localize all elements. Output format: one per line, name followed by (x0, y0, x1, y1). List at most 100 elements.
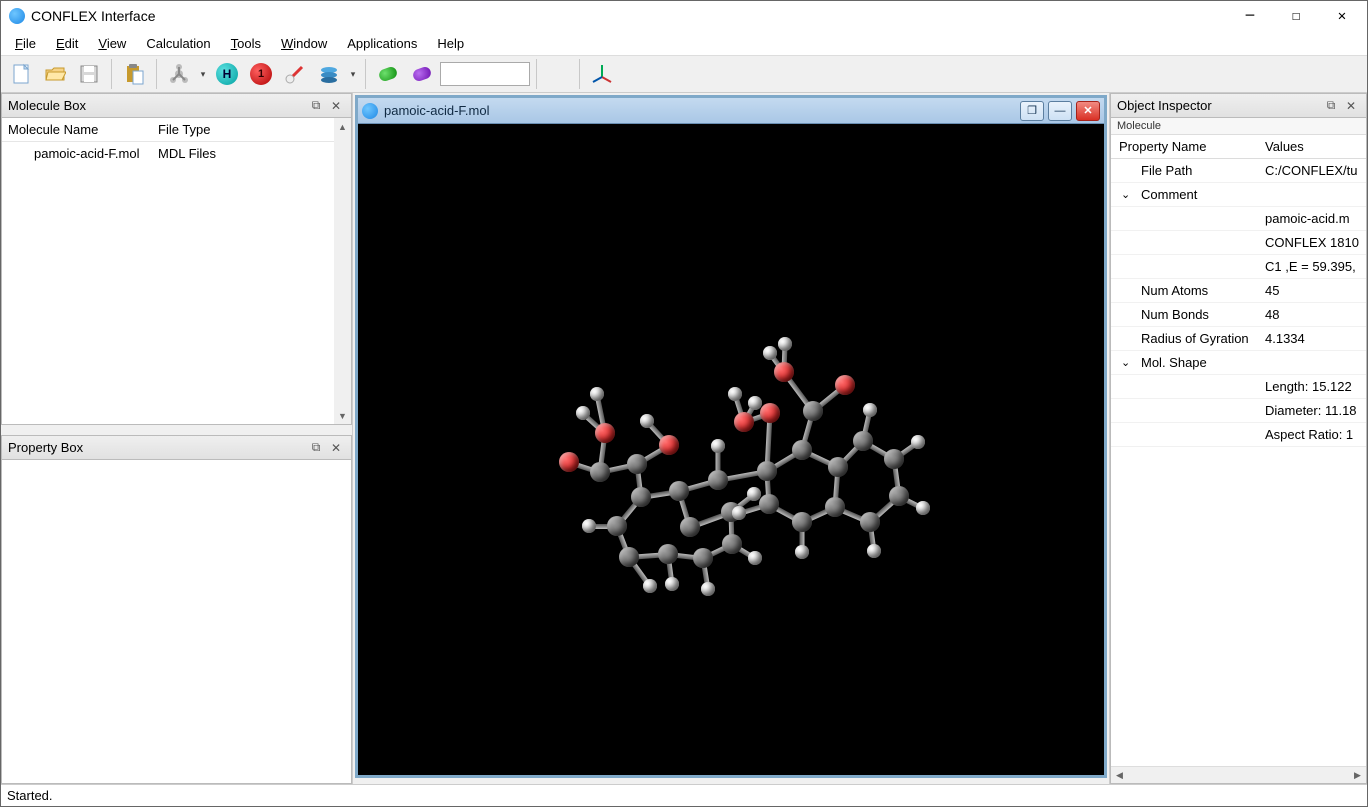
inspector-row[interactable]: pamoic-acid.m (1111, 207, 1366, 231)
status-text: Started. (7, 788, 53, 803)
hydrogen-toggle-button[interactable]: H (211, 58, 243, 90)
cell-molecule-name: pamoic-acid-F.mol (2, 142, 152, 165)
atom-c (607, 516, 627, 536)
property-box-title: Property Box (8, 440, 305, 455)
atom-c (884, 449, 904, 469)
atom-h (582, 519, 596, 533)
atom-o (559, 452, 579, 472)
mdi-close-button[interactable]: ✕ (1076, 101, 1100, 121)
menu-file[interactable]: File (7, 34, 44, 53)
layers-button[interactable] (313, 58, 345, 90)
chevron-down-icon[interactable]: ⌄ (1121, 356, 1130, 369)
inspector-row[interactable]: ⌄Comment (1111, 183, 1366, 207)
molecule-window-title: pamoic-acid-F.mol (384, 103, 1020, 118)
col-property-name[interactable]: Property Name (1111, 135, 1261, 158)
menu-tools[interactable]: Tools (223, 34, 269, 53)
menu-view[interactable]: View (90, 34, 134, 53)
minimize-button[interactable]: ─ (1227, 1, 1273, 31)
molecule-box-panel: Molecule Box ⧉ ✕ Molecule Name File Type… (1, 93, 352, 425)
status-bar: Started. (1, 784, 1367, 806)
inspector-subtitle: Molecule (1111, 118, 1366, 135)
new-file-button[interactable] (5, 58, 37, 90)
maximize-button[interactable]: ☐ (1273, 1, 1319, 31)
menu-window[interactable]: Window (273, 34, 335, 53)
atom-h (763, 346, 777, 360)
atom-o (835, 375, 855, 395)
vertical-scrollbar[interactable]: ▲▼ (334, 118, 351, 424)
molecule-row[interactable]: pamoic-acid-F.mol MDL Files (2, 142, 351, 165)
inspector-row[interactable]: Num Atoms45 (1111, 279, 1366, 303)
atom-style-button[interactable] (163, 58, 195, 90)
inspector-row[interactable]: Aspect Ratio: 1 (1111, 423, 1366, 447)
left-column: Molecule Box ⧉ ✕ Molecule Name File Type… (1, 93, 353, 784)
pill-green-button[interactable] (372, 58, 404, 90)
mdi-restore-button[interactable]: ❐ (1020, 101, 1044, 121)
close-button[interactable]: ✕ (1319, 1, 1365, 31)
inspector-row[interactable]: Radius of Gyration4.1334 (1111, 327, 1366, 351)
atom-c (853, 431, 873, 451)
layers-dropdown[interactable]: ▾ (347, 69, 359, 80)
paste-button[interactable] (118, 58, 150, 90)
atom-c (792, 512, 812, 532)
atom-c (860, 512, 880, 532)
inspector-row[interactable]: Num Bonds48 (1111, 303, 1366, 327)
axis-button[interactable] (586, 58, 618, 90)
atom-style-dropdown[interactable]: ▾ (197, 69, 209, 80)
title-bar: CONFLEX Interface ─ ☐ ✕ (1, 1, 1367, 31)
inspector-row[interactable]: Diameter: 11.18 (1111, 399, 1366, 423)
atom-c (627, 454, 647, 474)
atom-h (711, 439, 725, 453)
object-inspector-header[interactable]: Object Inspector ⧉ ✕ (1111, 94, 1366, 118)
property-box-header[interactable]: Property Box ⧉ ✕ (2, 436, 351, 460)
close-icon[interactable]: ✕ (327, 97, 345, 115)
save-button[interactable] (73, 58, 105, 90)
cell-file-type: MDL Files (152, 142, 351, 165)
atom-h (795, 545, 809, 559)
molecule-window-titlebar[interactable]: pamoic-acid-F.mol ❐ — ✕ (358, 98, 1104, 124)
inspector-row[interactable]: File PathC:/CONFLEX/tu (1111, 159, 1366, 183)
atom-c (757, 461, 777, 481)
object-inspector-panel: Object Inspector ⧉ ✕ Molecule Property N… (1110, 93, 1367, 784)
atom-c (759, 494, 779, 514)
inspector-row[interactable]: C1 ,E = 59.395, (1111, 255, 1366, 279)
atom-o (774, 362, 794, 382)
inspector-row[interactable]: ⌄Mol. Shape (1111, 351, 1366, 375)
atom-h (867, 544, 881, 558)
app-title: CONFLEX Interface (31, 8, 1227, 24)
app-icon (9, 8, 25, 24)
toolbar-input[interactable] (440, 62, 530, 86)
undock-icon[interactable]: ⧉ (307, 97, 325, 115)
numbering-button[interactable]: 1 (245, 58, 277, 90)
inspector-row[interactable]: Length: 15.122 (1111, 375, 1366, 399)
pill-purple-button[interactable] (406, 58, 438, 90)
menu-bar: FileEditViewCalculation ToolsWindowApplic… (1, 31, 1367, 55)
col-values[interactable]: Values (1261, 135, 1366, 158)
atom-h (640, 414, 654, 428)
atom-h (701, 582, 715, 596)
molecule-box-header[interactable]: Molecule Box ⧉ ✕ (2, 94, 351, 118)
undock-icon[interactable]: ⧉ (307, 439, 325, 457)
close-icon[interactable]: ✕ (1342, 97, 1360, 115)
atom-h (748, 551, 762, 565)
atom-c (658, 544, 678, 564)
bond-tool-button[interactable] (279, 58, 311, 90)
atom-h (643, 579, 657, 593)
menu-edit[interactable]: Edit (48, 34, 86, 53)
mdi-minimize-button[interactable]: — (1048, 101, 1072, 121)
atom-h (732, 506, 746, 520)
open-file-button[interactable] (39, 58, 71, 90)
chevron-down-icon[interactable]: ⌄ (1121, 188, 1130, 201)
molecule-canvas[interactable] (358, 124, 1104, 775)
work-area: Molecule Box ⧉ ✕ Molecule Name File Type… (1, 93, 1367, 784)
atom-h (863, 403, 877, 417)
menu-applications[interactable]: Applications (339, 34, 425, 53)
col-molecule-name[interactable]: Molecule Name (2, 118, 152, 141)
atom-c (889, 486, 909, 506)
undock-icon[interactable]: ⧉ (1322, 97, 1340, 115)
col-file-type[interactable]: File Type (152, 118, 351, 141)
menu-calculation[interactable]: Calculation (138, 34, 218, 53)
menu-help[interactable]: Help (429, 34, 472, 53)
horizontal-scrollbar[interactable]: ◀▶ (1111, 766, 1366, 783)
close-icon[interactable]: ✕ (327, 439, 345, 457)
inspector-row[interactable]: CONFLEX 1810 (1111, 231, 1366, 255)
